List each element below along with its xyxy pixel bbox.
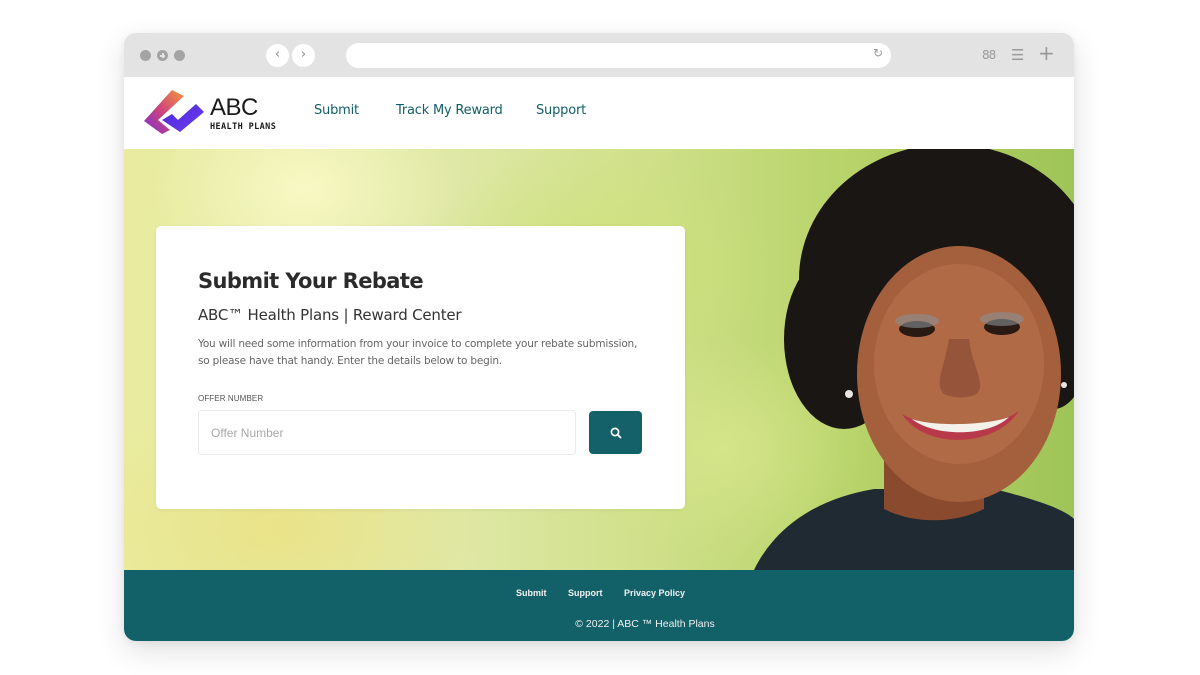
offer-number-input[interactable] bbox=[198, 410, 576, 455]
nav-track-my-reward[interactable]: Track My Reward bbox=[396, 103, 503, 118]
footer-link-support[interactable]: Support bbox=[568, 588, 603, 598]
copyright-text: © 2022 | ABC ™ Health Plans bbox=[575, 618, 715, 630]
window-close-dot[interactable] bbox=[140, 50, 151, 61]
site-footer: Submit Support Privacy Policy © 2022 | A… bbox=[124, 570, 1074, 641]
site-header: ABC HEALTH PLANS Submit Track My Reward … bbox=[124, 77, 1074, 149]
address-bar[interactable]: ↻ bbox=[346, 43, 891, 68]
logo-subtitle: HEALTH PLANS bbox=[210, 122, 277, 132]
search-button[interactable] bbox=[589, 411, 642, 454]
chevron-right-icon[interactable]: › bbox=[292, 44, 315, 67]
window-minimize-dot[interactable] bbox=[157, 50, 168, 61]
logo-title: ABC bbox=[210, 94, 258, 121]
rebate-card: Submit Your Rebate ABC™ Health Plans | R… bbox=[156, 226, 685, 509]
card-subtitle: ABC™ Health Plans | Reward Center bbox=[198, 306, 462, 324]
browser-toolbar: ‹ › ↻ 88 ☰ + bbox=[124, 33, 1074, 77]
card-title: Submit Your Rebate bbox=[198, 269, 424, 293]
plus-icon[interactable]: + bbox=[1038, 43, 1055, 63]
browser-window: ‹ › ↻ 88 ☰ + ABC HEALTH PLANS Submit Tra… bbox=[124, 33, 1074, 641]
nav-support[interactable]: Support bbox=[536, 103, 586, 118]
card-description: You will need some information from your… bbox=[198, 338, 638, 367]
hamburger-menu-icon[interactable]: ☰ bbox=[1011, 45, 1024, 65]
nav-submit[interactable]: Submit bbox=[314, 103, 359, 118]
hero-section: Submit Your Rebate ABC™ Health Plans | R… bbox=[124, 149, 1074, 570]
footer-link-privacy-policy[interactable]: Privacy Policy bbox=[624, 588, 685, 598]
hero-photo-woman bbox=[754, 149, 1074, 570]
reload-icon[interactable]: ↻ bbox=[873, 46, 883, 60]
chevron-left-icon[interactable]: ‹ bbox=[266, 44, 289, 67]
search-icon bbox=[610, 427, 622, 439]
offer-number-label: OFFER NUMBER bbox=[198, 394, 264, 403]
window-maximize-dot[interactable] bbox=[174, 50, 185, 61]
grid-icon[interactable]: 88 bbox=[982, 45, 996, 65]
logo-mark-icon bbox=[144, 90, 204, 134]
logo[interactable]: ABC HEALTH PLANS bbox=[140, 88, 280, 138]
footer-link-submit[interactable]: Submit bbox=[516, 588, 547, 598]
